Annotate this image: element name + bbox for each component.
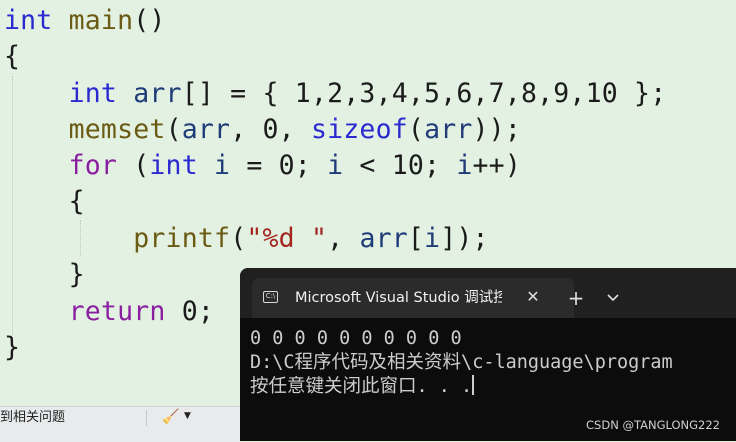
terminal-titlebar: C:\ Microsoft Visual Studio 调试控制台 ✕ +: [240, 268, 736, 318]
terminal-line-path: D:\C程序代码及相关资料\c-language\program: [250, 352, 673, 373]
code-token: main: [68, 5, 134, 36]
code-token: {: [4, 186, 85, 217]
code-token: }: [4, 332, 21, 363]
code-token: sizeof: [310, 114, 408, 145]
code-token: = 0;: [230, 150, 328, 181]
code-token: (): [133, 5, 166, 36]
status-bar: 到相关问题 🧹 ▼: [0, 406, 240, 442]
text-cursor: [472, 375, 475, 395]
code-line: for (int i = 0; i < 10; i++): [4, 148, 521, 184]
code-token: arr: [133, 78, 182, 109]
code-token: < 10;: [343, 150, 457, 181]
code-token: ));: [472, 114, 521, 145]
code-token: (: [230, 223, 247, 254]
code-line: return 0;: [4, 294, 214, 330]
code-token: [: [407, 223, 425, 254]
code-line: {: [4, 184, 85, 220]
close-icon[interactable]: ✕: [522, 286, 544, 308]
code-token: for: [68, 150, 118, 181]
problems-label[interactable]: 到相关问题: [0, 407, 65, 429]
code-token: return: [68, 296, 166, 327]
plus-icon[interactable]: +: [564, 286, 588, 310]
terminal-line-output: 0 0 0 0 0 0 0 0 0 0: [250, 328, 462, 349]
code-token: i: [327, 150, 344, 181]
code-token: (: [407, 114, 425, 145]
brush-icon[interactable]: 🧹: [162, 409, 179, 425]
code-token: int: [149, 150, 198, 181]
code-token: ]);: [440, 223, 489, 254]
code-token: , 0,: [230, 114, 311, 145]
code-token: printf: [133, 223, 231, 254]
code-line: }: [4, 257, 85, 293]
chevron-down-icon[interactable]: ▼: [184, 411, 191, 421]
code-token: }: [4, 259, 85, 290]
code-token: [] = { 1,2,3,4,5,6,7,8,9,10 };: [181, 78, 667, 109]
code-token: int: [4, 5, 53, 36]
code-token: 0;: [165, 296, 215, 327]
terminal-prompt-text: 按任意键关闭此窗口. . .: [250, 376, 473, 397]
status-separator: [146, 410, 147, 426]
code-token: int: [68, 78, 118, 109]
code-line: memset(arr, 0, sizeof(arr));: [4, 112, 521, 148]
code-token: memset: [68, 114, 166, 145]
code-token: (: [117, 150, 150, 181]
code-token: i: [424, 223, 441, 254]
terminal-window[interactable]: C:\ Microsoft Visual Studio 调试控制台 ✕ + 0 …: [240, 268, 736, 441]
chevron-down-icon[interactable]: [603, 288, 623, 308]
code-line: printf("%d ", arr[i]);: [4, 221, 489, 257]
terminal-tab-title: Microsoft Visual Studio 调试控制台: [295, 290, 502, 306]
code-token: i: [456, 150, 473, 181]
code-line: int main(): [4, 3, 166, 39]
code-token: "%d ": [246, 223, 328, 254]
code-line: }: [4, 330, 20, 366]
terminal-line-prompt: 按任意键关闭此窗口. . .: [250, 375, 475, 399]
code-line: {: [4, 39, 20, 75]
code-token: ,: [327, 223, 360, 254]
terminal-tab[interactable]: C:\ Microsoft Visual Studio 调试控制台 ✕: [252, 278, 574, 318]
cmd-terminal-icon: C:\: [263, 291, 278, 303]
watermark: CSDN @TANGLONG222: [586, 418, 720, 432]
code-token: arr: [424, 114, 473, 145]
code-token: i: [214, 150, 231, 181]
code-line: int arr[] = { 1,2,3,4,5,6,7,8,9,10 };: [4, 76, 667, 112]
code-token: (: [165, 114, 182, 145]
code-token: arr: [359, 223, 408, 254]
code-token: {: [4, 41, 21, 72]
code-token: ++): [472, 150, 521, 181]
code-token: arr: [181, 114, 231, 145]
